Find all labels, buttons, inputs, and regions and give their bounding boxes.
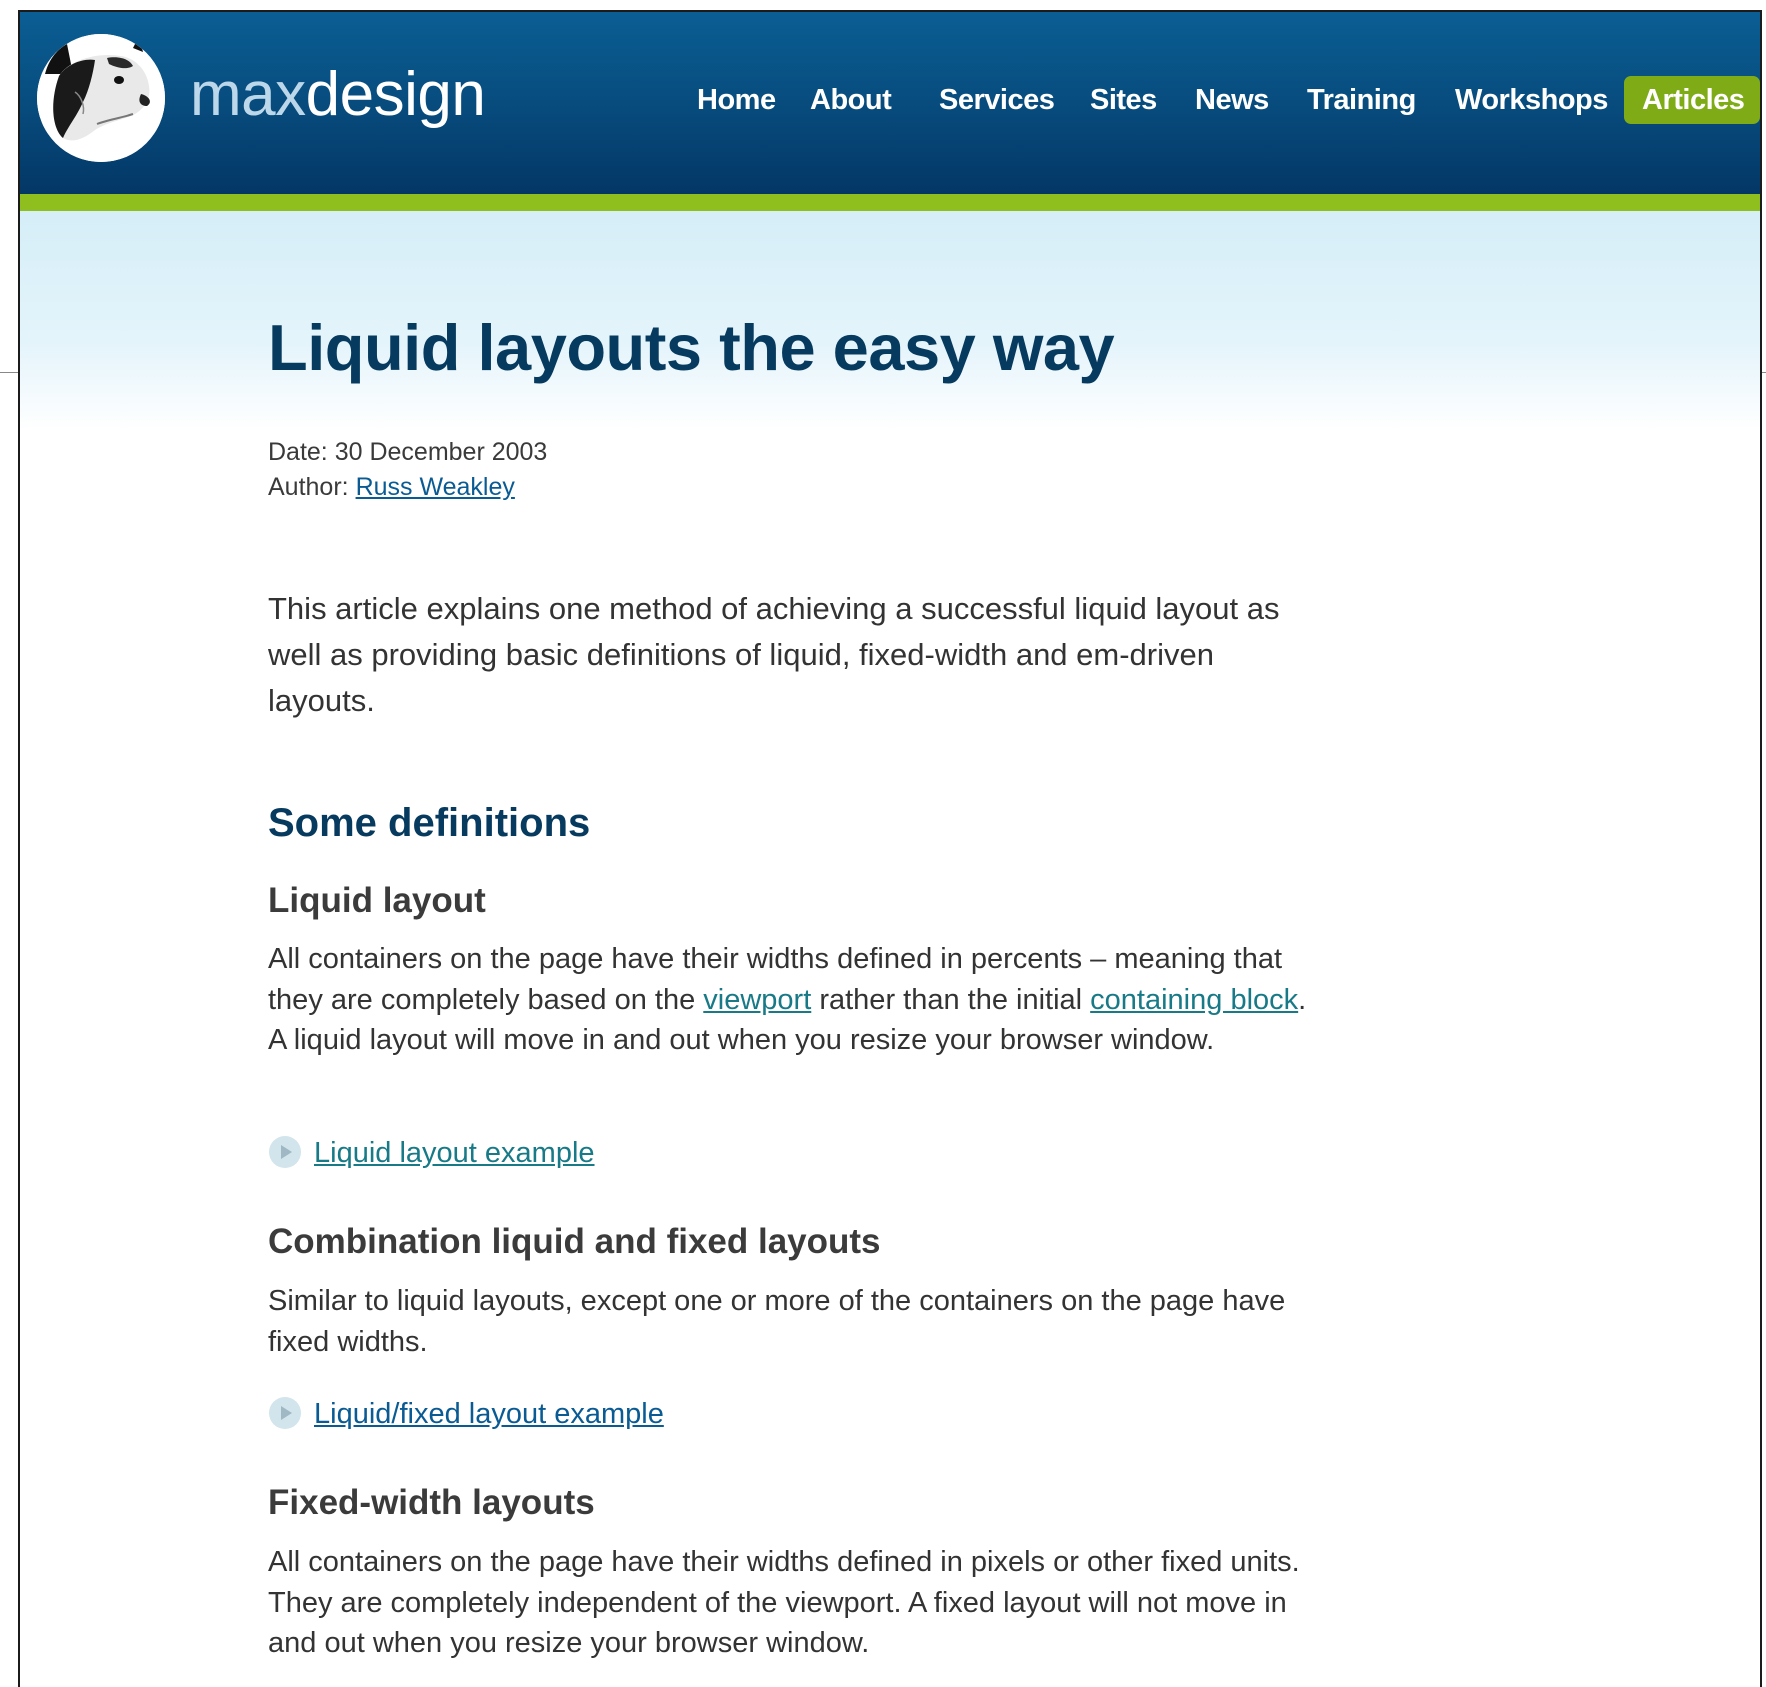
- page-title: Liquid layouts the easy way: [268, 311, 1115, 384]
- combination-layout-text: Similar to liquid layouts, except one or…: [268, 1285, 1286, 1358]
- liquid-text-part2: rather than the initial: [811, 983, 1091, 1016]
- viewport-link[interactable]: viewport: [703, 984, 811, 1016]
- play-circle-icon: [268, 1396, 302, 1430]
- author-label: Author:: [268, 473, 356, 501]
- play-circle-icon: [268, 1135, 302, 1169]
- nav-item-training[interactable]: Training: [1307, 76, 1416, 124]
- article-author: Author: Russ Weakley: [268, 470, 515, 504]
- article-intro: This article explains one method of achi…: [268, 591, 1280, 718]
- logo-part-max: max: [190, 60, 306, 129]
- date-value: 30 December 2003: [334, 438, 548, 466]
- dog-logo-icon[interactable]: [37, 34, 165, 162]
- nav-item-home[interactable]: Home: [697, 76, 776, 124]
- liquid-layout-heading: Liquid layout: [268, 881, 486, 920]
- section-heading: Some definitions: [268, 801, 591, 845]
- liquid-fixed-example-link[interactable]: Liquid/fixed layout example: [314, 1398, 664, 1430]
- combination-layout-heading: Combination liquid and fixed layouts: [268, 1222, 881, 1261]
- liquid-layout-text: All containers on the page have their wi…: [268, 939, 1308, 1061]
- date-label: Date:: [268, 438, 335, 466]
- nav-item-articles[interactable]: Articles: [1624, 76, 1760, 124]
- author-link[interactable]: Russ Weakley: [356, 473, 515, 501]
- containing-block-link[interactable]: containing block: [1090, 984, 1298, 1016]
- header-stripe: [20, 194, 1760, 211]
- logo-part-design: design: [305, 60, 486, 129]
- logo-wordmark[interactable]: maxdesign: [190, 60, 486, 130]
- liquid-fixed-example: Liquid/fixed layout example: [268, 1396, 664, 1432]
- liquid-example-link[interactable]: Liquid layout example: [314, 1137, 595, 1169]
- divider: [0, 372, 18, 373]
- page: maxdesign Home About Services Sites News…: [0, 0, 1766, 1687]
- nav-item-services[interactable]: Services: [939, 76, 1055, 124]
- nav-item-workshops[interactable]: Workshops: [1455, 76, 1608, 124]
- nav-item-sites[interactable]: Sites: [1090, 76, 1157, 124]
- fixed-width-text: All containers on the page have their wi…: [268, 1546, 1300, 1659]
- article-date: Date: 30 December 2003: [268, 435, 547, 469]
- fixed-width-heading: Fixed-width layouts: [268, 1483, 595, 1522]
- divider: [1762, 372, 1766, 373]
- nav-item-about[interactable]: About: [810, 76, 892, 124]
- liquid-example: Liquid layout example: [268, 1135, 595, 1171]
- nav-item-news[interactable]: News: [1195, 76, 1269, 124]
